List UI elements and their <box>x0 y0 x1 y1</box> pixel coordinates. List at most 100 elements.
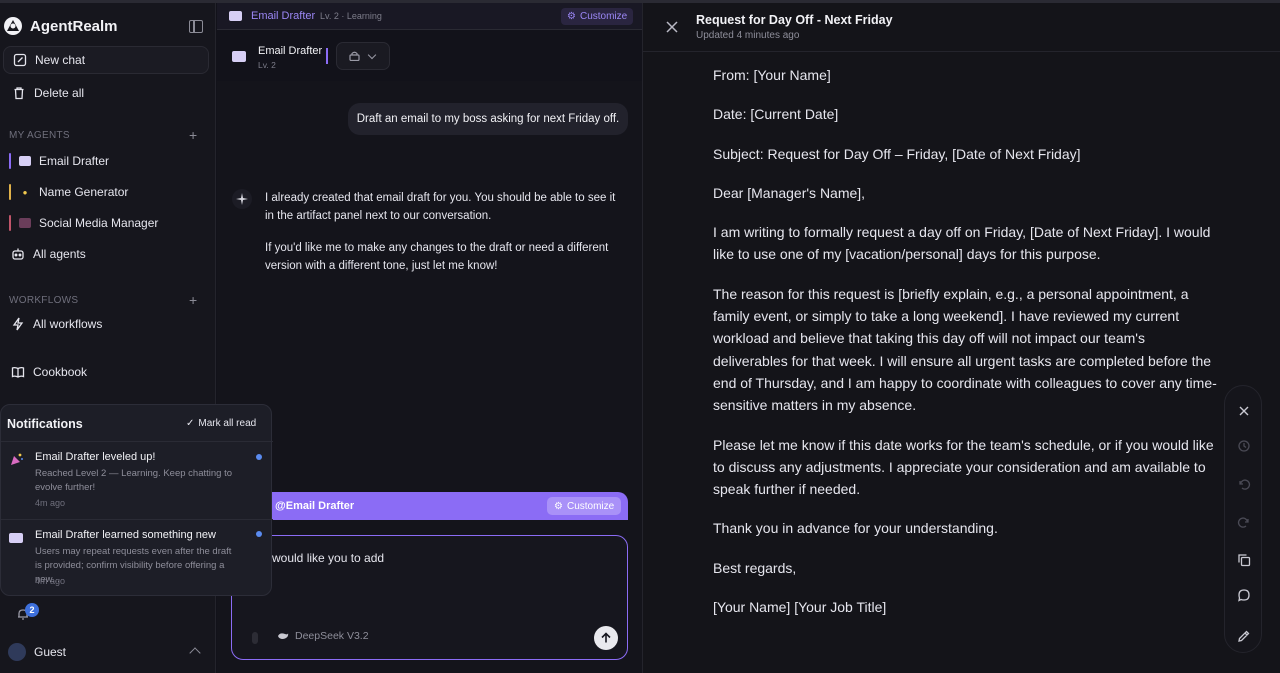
brand-name: AgentRealm <box>30 17 118 35</box>
my-agents-heading: MY AGENTS <box>9 130 70 141</box>
notification-body: Reached Level 2 — Learning. Keep chattin… <box>35 468 232 493</box>
delete-all-button[interactable]: Delete all <box>3 81 93 105</box>
artifact-title: Request for Day Off - Next Friday <box>696 13 893 27</box>
agent-mention-banner: @Email Drafter ⚙ Customize <box>259 492 628 520</box>
notification-item[interactable]: Email Drafter learned something new User… <box>1 520 273 597</box>
artifact-document: From: [Your Name] Date: [Current Date] S… <box>713 64 1218 635</box>
new-chat-button[interactable]: New chat <box>3 46 209 74</box>
agent-level: Lv. 2 <box>258 60 276 70</box>
add-agent-icon[interactable]: + <box>189 127 197 143</box>
email-paragraph: The reason for this request is [briefly … <box>713 285 1217 414</box>
user-message: Draft an email to my boss asking for nex… <box>348 103 628 135</box>
message-input[interactable]: would like you to add <box>272 551 384 565</box>
visibility-dropdown[interactable] <box>336 42 390 70</box>
notification-title: Email Drafter leveled up! <box>35 451 156 463</box>
history-icon[interactable] <box>1237 439 1251 453</box>
email-paragraph: Please let me know if this date works fo… <box>713 436 1214 498</box>
comment-icon[interactable] <box>1237 588 1251 602</box>
edit-icon[interactable] <box>1237 629 1251 643</box>
sparkle-icon <box>232 189 252 209</box>
avatar <box>8 643 26 661</box>
agentrealm-logo-icon <box>4 17 22 35</box>
sidebar-item-email-drafter[interactable]: Email Drafter <box>9 151 109 171</box>
notification-time: 4m ago <box>35 576 66 586</box>
assistant-paragraph: If you'd like me to make any changes to … <box>265 242 609 272</box>
chevron-down-icon <box>367 50 377 60</box>
artifact-toolbar <box>1224 385 1262 653</box>
copy-icon[interactable] <box>1237 553 1251 567</box>
sidebar-item-label: Social Media Manager <box>39 216 159 230</box>
customize-label: Customize <box>566 500 615 512</box>
undo-icon[interactable] <box>1237 477 1251 491</box>
envelope-icon <box>229 11 242 21</box>
trash-icon <box>14 87 24 100</box>
agent-accent-bar <box>9 153 11 169</box>
conversation: Draft an email to my boss asking for nex… <box>217 81 642 673</box>
agent-accent-bar <box>9 184 11 200</box>
assistant-paragraph: I already created that email draft for y… <box>265 192 616 222</box>
email-line: Subject: Request for Day Off – Friday, [… <box>713 145 1081 162</box>
redo-icon[interactable] <box>1237 515 1251 529</box>
mark-all-read-button[interactable]: ✓ Mark all read <box>186 418 256 429</box>
close-icon[interactable] <box>1237 404 1251 418</box>
edit-icon <box>13 53 27 67</box>
all-agents-label: All agents <box>33 247 86 261</box>
send-button[interactable] <box>594 626 618 650</box>
assistant-message: I already created that email draft for y… <box>265 189 627 275</box>
lightbulb-icon: ● <box>22 187 28 197</box>
all-workflows-link[interactable]: All workflows <box>11 317 102 331</box>
sidebar-toggle-icon[interactable] <box>189 20 203 33</box>
notifications-panel: Notifications ✓ Mark all read Email Draf… <box>0 404 273 597</box>
model-selector[interactable]: DeepSeek V3.2 <box>277 630 369 642</box>
user-menu[interactable]: Guest <box>8 643 66 661</box>
attach-icon[interactable] <box>252 632 258 644</box>
message-composer[interactable]: would like you to add DeepSeek V3.2 <box>231 535 628 660</box>
cookbook-label: Cookbook <box>33 365 88 379</box>
new-chat-label: New chat <box>35 53 86 67</box>
customize-button[interactable]: ⚙ Customize <box>561 8 634 25</box>
email-line: Thank you in advance for your understand… <box>713 520 998 537</box>
mentioned-agent: @Email Drafter <box>275 500 355 512</box>
gear-icon: ⚙ <box>567 11 576 22</box>
notifications-title: Notifications <box>7 417 83 431</box>
all-agents-link[interactable]: All agents <box>11 247 86 261</box>
email-line: [Your Name] [Your Job Title] <box>713 599 887 616</box>
envelope-icon <box>19 156 31 166</box>
brand[interactable]: AgentRealm <box>3 16 118 36</box>
notification-item[interactable]: Email Drafter leveled up! Reached Level … <box>1 442 273 519</box>
cookbook-link[interactable]: Cookbook <box>11 365 87 379</box>
phone-icon <box>19 218 31 228</box>
notification-title: Email Drafter learned something new <box>35 529 216 541</box>
email-paragraph: I am writing to formally request a day o… <box>713 224 1211 263</box>
close-icon[interactable] <box>665 20 679 34</box>
sidebar-item-label: Name Generator <box>39 185 129 199</box>
envelope-icon <box>232 51 246 62</box>
unread-indicator <box>256 454 262 460</box>
lock-icon <box>349 51 360 61</box>
artifact-updated: Updated 4 minutes ago <box>696 30 800 41</box>
customize-label: Customize <box>579 11 628 22</box>
delete-all-label: Delete all <box>34 86 85 100</box>
banner-customize-button[interactable]: ⚙ Customize <box>547 497 622 515</box>
model-name: DeepSeek V3.2 <box>295 630 369 642</box>
artifact-panel: Request for Day Off - Next Friday Update… <box>642 3 1280 673</box>
add-workflow-icon[interactable]: + <box>189 292 197 308</box>
sidebar-item-name-generator[interactable]: ● Name Generator <box>9 182 128 202</box>
all-workflows-label: All workflows <box>33 317 103 331</box>
notification-time: 4m ago <box>35 498 66 508</box>
chevron-up-icon[interactable] <box>189 647 201 659</box>
agent-accent-bar <box>9 215 11 231</box>
whale-icon <box>278 633 289 639</box>
mark-all-read-label: Mark all read <box>198 418 257 429</box>
agent-header: Email Drafter Lv. 2 <box>217 31 642 81</box>
notification-count-badge: 2 <box>25 603 39 617</box>
check-icon: ✓ <box>186 418 195 429</box>
email-line: Date: [Current Date] <box>713 106 839 123</box>
sidebar-item-label: Email Drafter <box>39 154 110 168</box>
arrow-up-icon <box>601 632 611 643</box>
sidebar-item-social-media-manager[interactable]: Social Media Manager <box>9 213 158 233</box>
breadcrumb: Email Drafter Lv. 2 · Learning ⚙ Customi… <box>217 3 642 30</box>
breadcrumb-agent[interactable]: Email Drafter <box>251 10 315 22</box>
envelope-icon <box>9 533 23 543</box>
email-line: From: [Your Name] <box>713 67 831 83</box>
